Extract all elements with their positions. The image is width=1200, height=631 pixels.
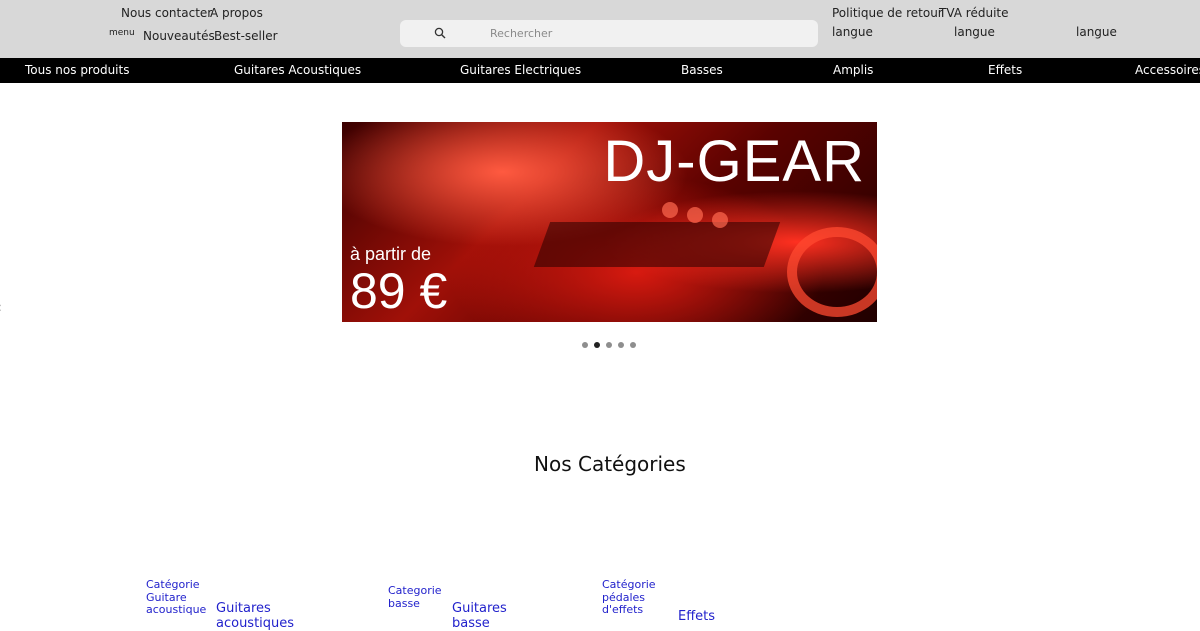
headphone-graphic <box>787 227 877 317</box>
promo-banner[interactable]: DJ-GEAR à partir de 89 € <box>342 122 877 322</box>
nav-basses[interactable]: Basses <box>681 63 723 77</box>
category-image-effects[interactable]: Catégorie pédales d'effets <box>602 578 660 617</box>
carousel-dot[interactable] <box>630 342 636 348</box>
search-bar[interactable] <box>400 20 818 47</box>
category-image-acoustic[interactable]: Catégorie Guitare acoustique <box>146 578 208 617</box>
new-arrivals-link[interactable]: Nouveautés <box>143 29 215 43</box>
banner-price: 89 € <box>350 263 448 319</box>
nav-effects[interactable]: Effets <box>988 63 1022 77</box>
dj-deck-graphic <box>533 222 781 267</box>
categories-heading: Nos Catégories <box>534 452 686 476</box>
carousel-dot[interactable] <box>618 342 624 348</box>
nav-amps[interactable]: Amplis <box>833 63 873 77</box>
main-nav: Tous nos produits Guitares Acoustiques G… <box>0 58 1200 83</box>
category-link-effects[interactable]: Effets <box>678 609 738 624</box>
reduced-vat-link[interactable]: TVA réduite <box>939 6 1009 20</box>
knob-graphic <box>712 212 728 228</box>
top-bar: Nous contacter A propos menu Nouveautés … <box>0 0 1200 58</box>
about-link[interactable]: A propos <box>210 6 263 20</box>
search-input[interactable] <box>490 25 790 41</box>
nav-electric-guitars[interactable]: Guitares Electriques <box>460 63 581 77</box>
search-icon <box>434 27 446 39</box>
menu-button[interactable]: menu <box>109 28 135 38</box>
return-policy-link[interactable]: Politique de retour <box>832 6 943 20</box>
carousel-dot[interactable] <box>606 342 612 348</box>
carousel-prev-icon[interactable]: ‹ <box>0 300 2 316</box>
contact-link[interactable]: Nous contacter <box>121 6 212 20</box>
knob-graphic <box>662 202 678 218</box>
banner-title: DJ-GEAR <box>603 129 865 194</box>
nav-all-products[interactable]: Tous nos produits <box>25 63 129 77</box>
bestseller-link[interactable]: Best-seller <box>214 29 278 43</box>
category-image-bass[interactable]: Categorie basse <box>388 584 446 610</box>
language-select-1[interactable]: langue <box>832 25 873 39</box>
carousel-dot[interactable] <box>582 342 588 348</box>
nav-accessories[interactable]: Accessoires <box>1135 63 1200 77</box>
language-select-2[interactable]: langue <box>954 25 995 39</box>
language-select-3[interactable]: langue <box>1076 25 1117 39</box>
nav-acoustic-guitars[interactable]: Guitares Acoustiques <box>234 63 361 77</box>
carousel-dot-active[interactable] <box>594 342 600 348</box>
knob-graphic <box>687 207 703 223</box>
